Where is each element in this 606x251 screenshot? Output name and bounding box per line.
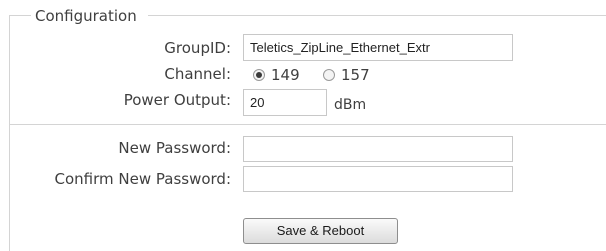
fieldset-border-top-right (148, 15, 606, 16)
confirm-password-input[interactable] (243, 166, 513, 192)
section-divider (9, 124, 606, 125)
power-unit-label: dBm (334, 97, 367, 113)
channel-157-label[interactable]: 157 (341, 66, 370, 84)
fieldset-border-top-left (9, 15, 31, 16)
channel-149-radio[interactable] (253, 69, 265, 81)
channel-label: Channel: (164, 65, 231, 83)
new-password-input[interactable] (243, 136, 513, 162)
channel-157-radio[interactable] (323, 69, 335, 81)
group-id-input[interactable]: Teletics_ZipLine_Ethernet_Extr (243, 34, 513, 61)
power-output-label: Power Output: (123, 91, 231, 109)
group-id-label: GroupID: (164, 39, 231, 57)
fieldset-border-left (9, 15, 10, 251)
fieldset-legend: Configuration (33, 7, 139, 25)
save-reboot-button[interactable]: Save & Reboot (243, 218, 398, 244)
new-password-label: New Password: (118, 139, 231, 157)
confirm-password-label: Confirm New Password: (54, 170, 232, 188)
power-output-input[interactable]: 20 (243, 89, 327, 116)
channel-149-label[interactable]: 149 (271, 66, 300, 84)
